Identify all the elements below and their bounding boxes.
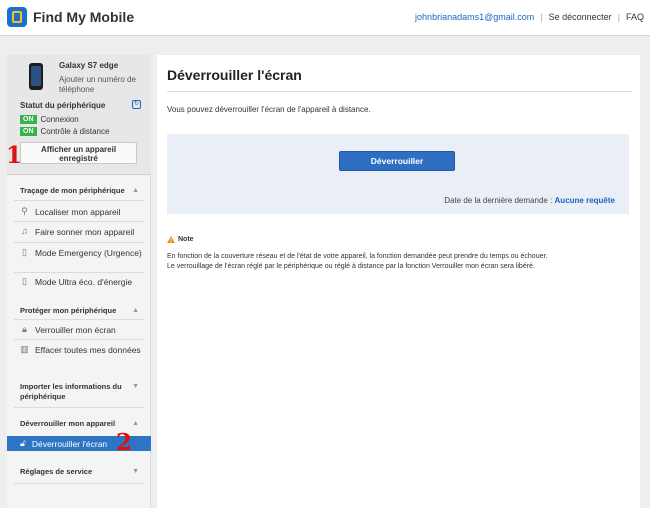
phone-icon [29,63,43,90]
account-links: johnbrianadams1@gmail.com | Se déconnect… [415,12,644,22]
note-heading: Note [167,236,194,243]
sidebar-item-ring[interactable]: ♫ Faire sonner mon appareil [20,226,144,238]
page-description: Vous pouvez déverrouiller l'écran de l'a… [167,105,371,114]
sidebar-item-label: Mode Ultra éco. d'énergie [35,277,133,287]
status-connection: ON Connexion [20,115,79,124]
battery-icon: ▯ [22,276,27,286]
divider [14,339,144,340]
show-registered-device-button[interactable]: Afficher un appareil enregistré [20,142,137,164]
logout-link[interactable]: Se déconnecter [549,12,612,22]
note-line: En fonction de la couverture réseau et d… [167,253,548,260]
trash-icon: ▥ [20,344,29,354]
section-settings[interactable]: Réglages de service ▼ [20,467,144,477]
sidebar-item-emergency[interactable]: ▯ Mode Emergency (Urgence) [20,247,144,259]
sidebar-item-label: Déverrouiller l'écran [31,438,108,449]
section-import[interactable]: Importer les informations du périphériqu… [20,382,144,402]
search-icon: ⚲ [21,206,28,216]
lock-icon: 🔒︎ [22,324,27,334]
sidebar-item-label: Faire sonner mon appareil [35,227,135,237]
divider [14,483,144,484]
warning-icon [167,236,175,243]
separator: | [540,12,543,22]
sidebar-item-lock-screen[interactable]: 🔒︎ Verrouiller mon écran [20,324,144,336]
sidebar-item-locate[interactable]: ⚲ Localiser mon appareil [20,206,144,218]
divider [14,200,144,201]
account-email-link[interactable]: johnbrianadams1@gmail.com [415,12,534,22]
sidebar-item-label: Verrouiller mon écran [35,325,116,335]
caret-down-icon: ▼ [132,383,139,390]
status-label: Connexion [40,115,79,124]
add-phone-number-link[interactable]: Ajouter un numéro de téléphone [59,75,145,95]
last-request: Date de la dernière demande : Aucune req… [444,196,615,205]
unlock-action-box: Déverrouiller Date de la dernière demand… [167,134,629,214]
sidebar-item-wipe[interactable]: ▥ Effacer toutes mes données [20,344,144,356]
divider [14,242,144,243]
caret-down-icon: ▼ [132,468,139,475]
device-name: Galaxy S7 edge [59,61,119,70]
sidebar-item-label: Localiser mon appareil [35,207,121,217]
section-header-label: Réglages de service [20,467,93,476]
section-header-label: Traçage de mon périphérique [20,186,125,195]
emergency-icon: ▯ [22,247,27,257]
section-protect[interactable]: Protéger mon périphérique ▲ [20,306,144,316]
sidebar-item-label: Effacer toutes mes données [35,345,141,355]
section-header-label: Protéger mon périphérique [20,306,117,315]
find-my-mobile-logo-icon[interactable] [7,7,27,27]
unlock-button[interactable]: Déverrouiller [339,151,455,171]
annotation-marker-1: 1 [6,142,23,169]
divider [14,221,144,222]
section-header-label: Importer les informations du périphériqu… [20,382,122,401]
device-status-label: Statut du périphérique [20,101,106,110]
status-label: Contrôle à distance [40,127,110,136]
music-note-icon: ♫ [21,226,28,236]
main-panel: Déverrouiller l'écran Vous pouvez déverr… [157,55,640,508]
note-line: Le verrouillage de l'écran réglé par le … [167,263,535,270]
refresh-icon[interactable]: ↻ [132,100,141,109]
last-request-label: Date de la dernière demande : [444,196,553,205]
section-tracking[interactable]: Traçage de mon périphérique ▲ [20,186,144,196]
section-header-label: Déverrouiller mon appareil [20,419,116,428]
on-badge: ON [20,127,37,136]
caret-up-icon: ▲ [132,420,139,427]
app-title[interactable]: Find My Mobile [33,9,134,25]
note-text: En fonction de la couverture réseau et d… [167,252,632,272]
status-remote-control: ON Contrôle à distance [20,127,109,136]
note-title: Note [178,236,194,243]
divider [167,91,632,92]
sidebar-item-label: Mode Emergency (Urgence) [35,248,142,258]
separator: | [617,12,620,22]
page-title: Déverrouiller l'écran [167,67,302,83]
annotation-marker-2: 2 [116,429,133,456]
caret-up-icon: ▲ [132,187,139,194]
top-bar: Find My Mobile johnbrianadams1@gmail.com… [0,0,650,36]
last-request-value: Aucune requête [554,196,615,205]
on-badge: ON [20,115,37,124]
caret-up-icon: ▲ [132,307,139,314]
faq-link[interactable]: FAQ [626,12,644,22]
divider [14,319,144,320]
unlock-icon: 🔓︎ [20,438,26,448]
section-unlock[interactable]: Déverrouiller mon appareil ▲ [20,419,144,429]
sidebar-item-ultra-power[interactable]: ▯ Mode Ultra éco. d'énergie [20,276,144,288]
device-panel: Galaxy S7 edge Ajouter un numéro de télé… [7,55,151,175]
divider [14,272,144,273]
divider [14,407,144,408]
